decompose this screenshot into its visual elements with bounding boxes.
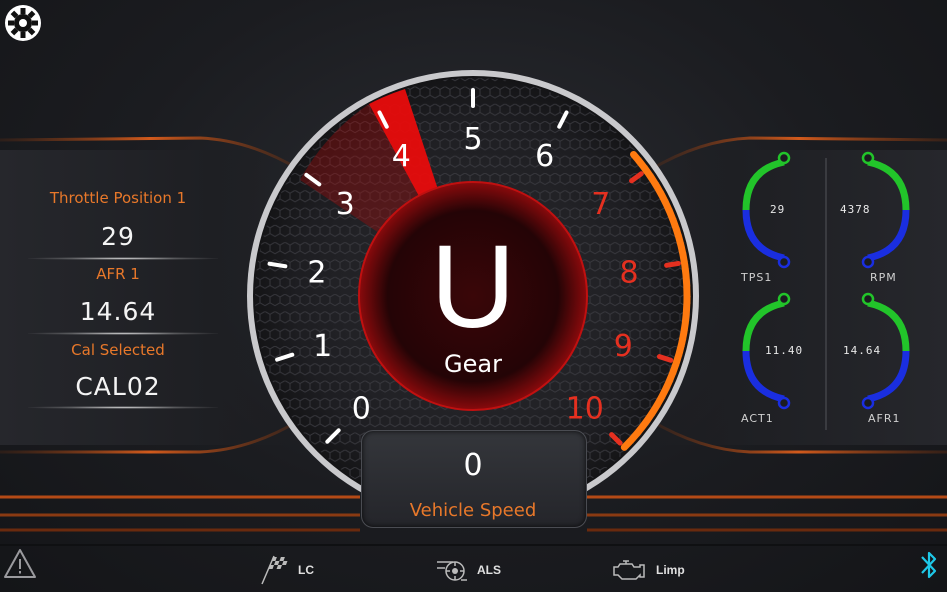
tps1-value: 29	[770, 203, 786, 216]
lc-label: LC	[298, 563, 314, 577]
tps1-label: TPS1	[741, 271, 773, 284]
mini-gauges	[742, 151, 910, 430]
mini-gauge-arc	[867, 158, 910, 211]
limp-mode-indicator[interactable]: Limp	[612, 558, 685, 582]
mini-gauge-arc	[867, 209, 910, 262]
mini-gauge-arc	[742, 209, 785, 262]
launch-control-indicator[interactable]: LC	[258, 555, 314, 585]
als-label: ALS	[477, 563, 501, 577]
afr1-mini-label: AFR1	[868, 412, 901, 425]
afr1-mini-value: 14.64	[843, 344, 882, 357]
turbo-icon	[437, 561, 467, 581]
mini-gauge-end	[861, 255, 875, 269]
limp-label: Limp	[656, 563, 685, 577]
mini-gauge-arc	[867, 350, 910, 403]
mini-gauge-end	[777, 151, 791, 165]
warning-icon[interactable]	[3, 548, 37, 580]
rpm-value: 4378	[840, 203, 871, 216]
mini-gauge-end	[777, 255, 791, 269]
act1-value: 11.40	[765, 344, 804, 357]
bluetooth-icon[interactable]	[918, 548, 940, 582]
rpm-label: RPM	[870, 271, 897, 284]
mini-gauge-end	[777, 292, 791, 306]
mini-gauge-end	[861, 151, 875, 165]
act1-label: ACT1	[741, 412, 774, 425]
checkered-flag-icon	[261, 555, 288, 585]
anti-lag-indicator[interactable]: ALS	[435, 558, 501, 582]
mini-gauge-end	[861, 396, 875, 410]
engine-icon	[613, 560, 645, 580]
mini-gauge-end	[861, 292, 875, 306]
mini-gauge-arc	[742, 350, 785, 403]
mini-gauge-end	[777, 396, 791, 410]
